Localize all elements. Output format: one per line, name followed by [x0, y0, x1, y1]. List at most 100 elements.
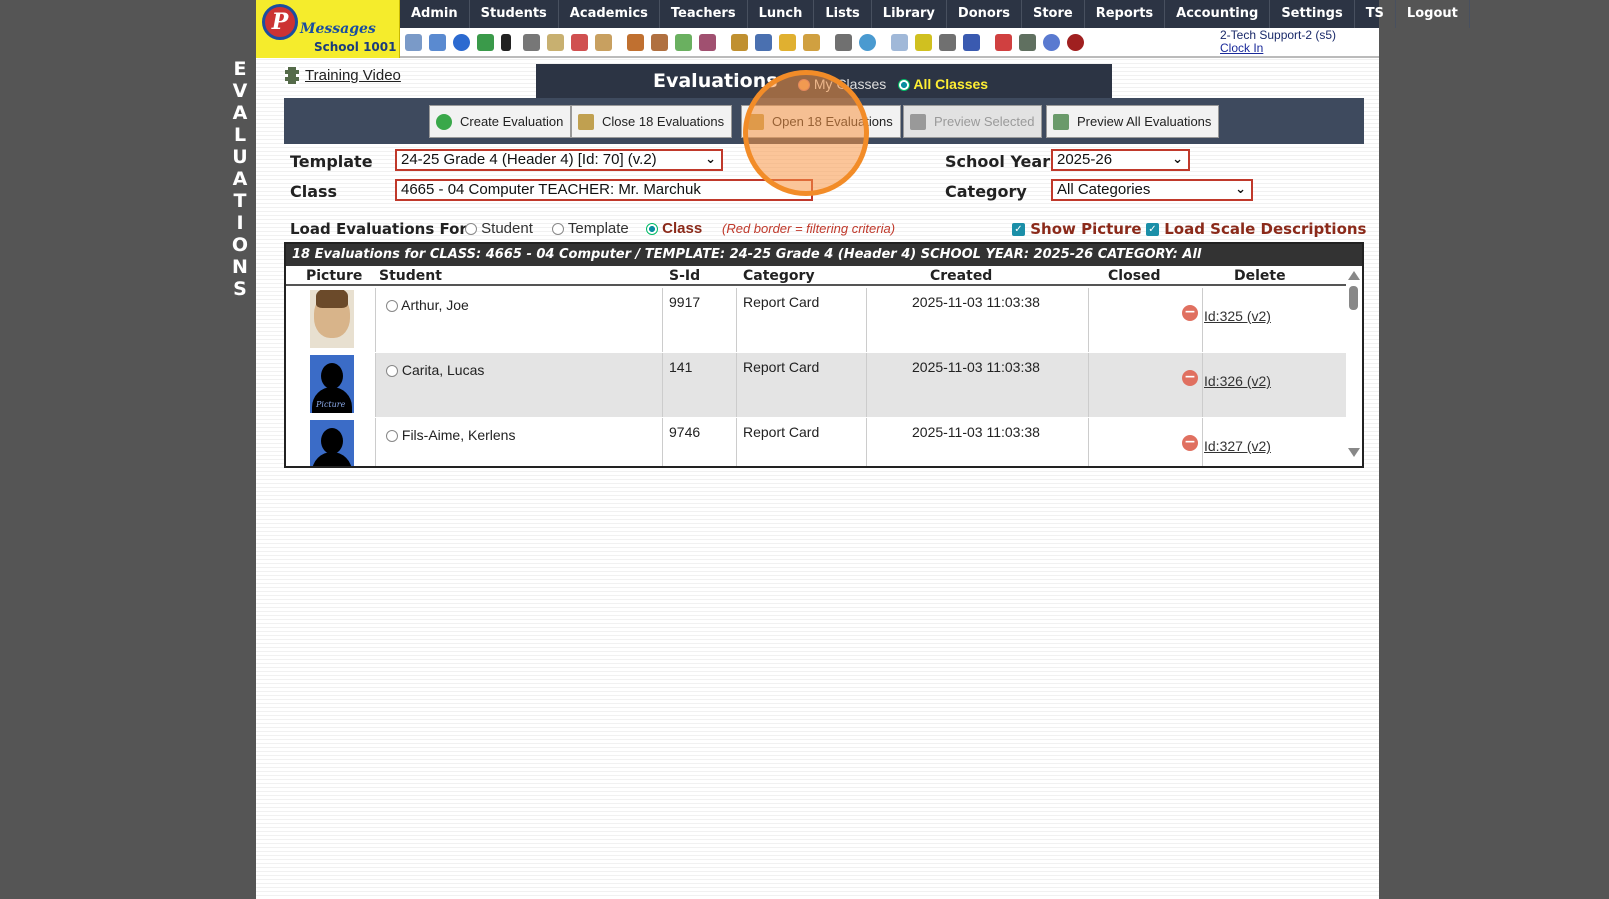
app-logo[interactable]: P Messages School 1001 — [256, 0, 400, 58]
scroll-thumb[interactable] — [1349, 286, 1358, 310]
load-scale-option[interactable]: ✓ Load Scale Descriptions — [1146, 220, 1366, 238]
nav-academics[interactable]: Academics — [559, 0, 660, 28]
email-icon[interactable] — [453, 34, 470, 51]
class-radio[interactable] — [646, 223, 658, 236]
row-select-radio[interactable] — [386, 365, 398, 378]
create-evaluation-button[interactable]: Create Evaluation — [429, 105, 572, 138]
school-name: School 1001 — [314, 40, 397, 54]
delete-link[interactable]: − Id:326 (v2) — [1182, 367, 1271, 389]
student-name: Carita, Lucas — [401, 362, 485, 378]
table-header: Picture Student S-Id Category Created Cl… — [286, 266, 1346, 286]
burger-icon[interactable] — [731, 34, 748, 51]
school-year-select[interactable]: 2025-26 ⌄ — [1051, 149, 1190, 171]
document-icon[interactable] — [547, 34, 564, 51]
category-select[interactable]: All Categories ⌄ — [1051, 179, 1253, 201]
created-date: 2025-11-03 11:03:38 — [912, 294, 1040, 310]
person-add-icon[interactable] — [627, 34, 644, 51]
class-label: Class — [290, 182, 338, 201]
megaphone-icon[interactable] — [595, 34, 612, 51]
main-nav: Admin Students Academics Teachers Lunch … — [400, 0, 1470, 28]
group-icon[interactable] — [699, 34, 716, 51]
nav-students[interactable]: Students — [470, 0, 559, 28]
user-info: 2-Tech Support-2 (s5) Clock In — [1220, 29, 1336, 55]
template-option[interactable]: Template — [552, 220, 629, 237]
nav-ts[interactable]: TS — [1355, 0, 1396, 28]
person-icon[interactable] — [651, 34, 668, 51]
nav-library[interactable]: Library — [872, 0, 947, 28]
close-evaluations-button[interactable]: Close 18 Evaluations — [571, 105, 733, 138]
created-date: 2025-11-03 11:03:38 — [912, 359, 1040, 375]
load-for-row: Load Evaluations For Student Template Cl… — [290, 219, 1366, 241]
bell-icon[interactable] — [779, 34, 796, 51]
preview-all-icon — [1053, 113, 1069, 130]
col-delete: Delete — [1234, 268, 1286, 284]
nav-reports[interactable]: Reports — [1085, 0, 1166, 28]
my-classes-radio[interactable] — [798, 79, 810, 92]
pdf-icon[interactable] — [995, 34, 1012, 51]
chevron-down-icon: ⌄ — [1235, 182, 1246, 197]
class-field[interactable]: 4665 - 04 Computer TEACHER: Mr. Marchuk — [395, 179, 813, 201]
table-icon[interactable] — [891, 34, 908, 51]
nav-donors[interactable]: Donors — [947, 0, 1022, 28]
clock-icon[interactable] — [859, 34, 876, 51]
all-classes-option[interactable]: All Classes — [898, 76, 988, 92]
phone-icon[interactable] — [501, 34, 511, 51]
training-video-link[interactable]: Training Video — [285, 67, 401, 84]
grid-icon[interactable] — [429, 34, 446, 51]
row-select-radio[interactable] — [386, 300, 398, 313]
my-classes-option[interactable]: My Classes — [798, 76, 886, 92]
table-row[interactable]: Fils-Aime, Kerlens 9746 Report Card 2025… — [286, 418, 1346, 466]
show-picture-option[interactable]: ✓ Show Picture — [1012, 220, 1142, 238]
clock-in-link[interactable]: Clock In — [1220, 41, 1263, 55]
nav-lists[interactable]: Lists — [814, 0, 872, 28]
open-evaluations-button[interactable]: Open 18 Evaluations — [741, 105, 901, 138]
all-classes-radio[interactable] — [898, 79, 910, 92]
table-row[interactable]: Arthur, Joe 9917 Report Card 2025-11-03 … — [286, 288, 1346, 352]
load-scale-checkbox[interactable]: ✓ — [1146, 223, 1159, 236]
category-label: Category — [945, 182, 1027, 201]
calendar-icon[interactable] — [571, 34, 588, 51]
export-icon[interactable] — [803, 34, 820, 51]
nav-admin[interactable]: Admin — [400, 0, 470, 28]
col-sid: S-Id — [669, 268, 701, 284]
evaluations-header: Evaluations My Classes All Classes — [536, 64, 1112, 98]
category: Report Card — [743, 294, 820, 310]
class-option[interactable]: Class — [646, 220, 702, 237]
preview-all-button[interactable]: Preview All Evaluations — [1046, 105, 1220, 138]
search-icon[interactable] — [405, 34, 422, 51]
page-title: Evaluations — [653, 70, 778, 92]
student-radio[interactable] — [465, 223, 477, 236]
table-row[interactable]: Picture Carita, Lucas 141 Report Card 20… — [286, 353, 1346, 417]
nav-lunch[interactable]: Lunch — [748, 0, 815, 28]
ap-icon[interactable] — [963, 34, 980, 51]
student-option[interactable]: Student — [465, 220, 533, 237]
show-picture-checkbox[interactable]: ✓ — [1012, 223, 1025, 236]
nav-logout[interactable]: Logout — [1396, 0, 1470, 28]
card-icon[interactable] — [915, 34, 932, 51]
table-scrollbar[interactable] — [1346, 266, 1362, 466]
evaluations-table: 18 Evaluations for CLASS: 4665 - 04 Comp… — [284, 242, 1364, 468]
nav-accounting[interactable]: Accounting — [1165, 0, 1271, 28]
nav-settings[interactable]: Settings — [1270, 0, 1355, 28]
teacher-icon[interactable] — [835, 34, 852, 51]
template-select[interactable]: 24-25 Grade 4 (Header 4) [Id: 70] (v.2) ⌄ — [395, 149, 723, 171]
preview-selected-button[interactable]: Preview Selected — [903, 105, 1043, 138]
nav-store[interactable]: Store — [1022, 0, 1085, 28]
printer-icon[interactable] — [939, 34, 956, 51]
scroll-down-icon[interactable] — [1348, 448, 1360, 457]
nav-teachers[interactable]: Teachers — [660, 0, 748, 28]
delete-link[interactable]: − Id:327 (v2) — [1182, 432, 1271, 454]
row-select-radio[interactable] — [386, 430, 398, 443]
template-radio[interactable] — [552, 223, 564, 236]
scroll-up-icon[interactable] — [1348, 271, 1360, 280]
chat-icon[interactable] — [477, 34, 494, 51]
category: Report Card — [743, 424, 820, 440]
help-icon[interactable] — [1043, 34, 1060, 51]
money-icon[interactable] — [1019, 34, 1036, 51]
chevron-down-icon: ⌄ — [705, 152, 716, 167]
pencil-icon[interactable] — [675, 34, 692, 51]
delete-link[interactable]: − Id:325 (v2) — [1182, 302, 1271, 324]
book-icon[interactable] — [755, 34, 772, 51]
power-icon[interactable] — [1067, 34, 1084, 51]
speaker-icon[interactable] — [523, 34, 540, 51]
